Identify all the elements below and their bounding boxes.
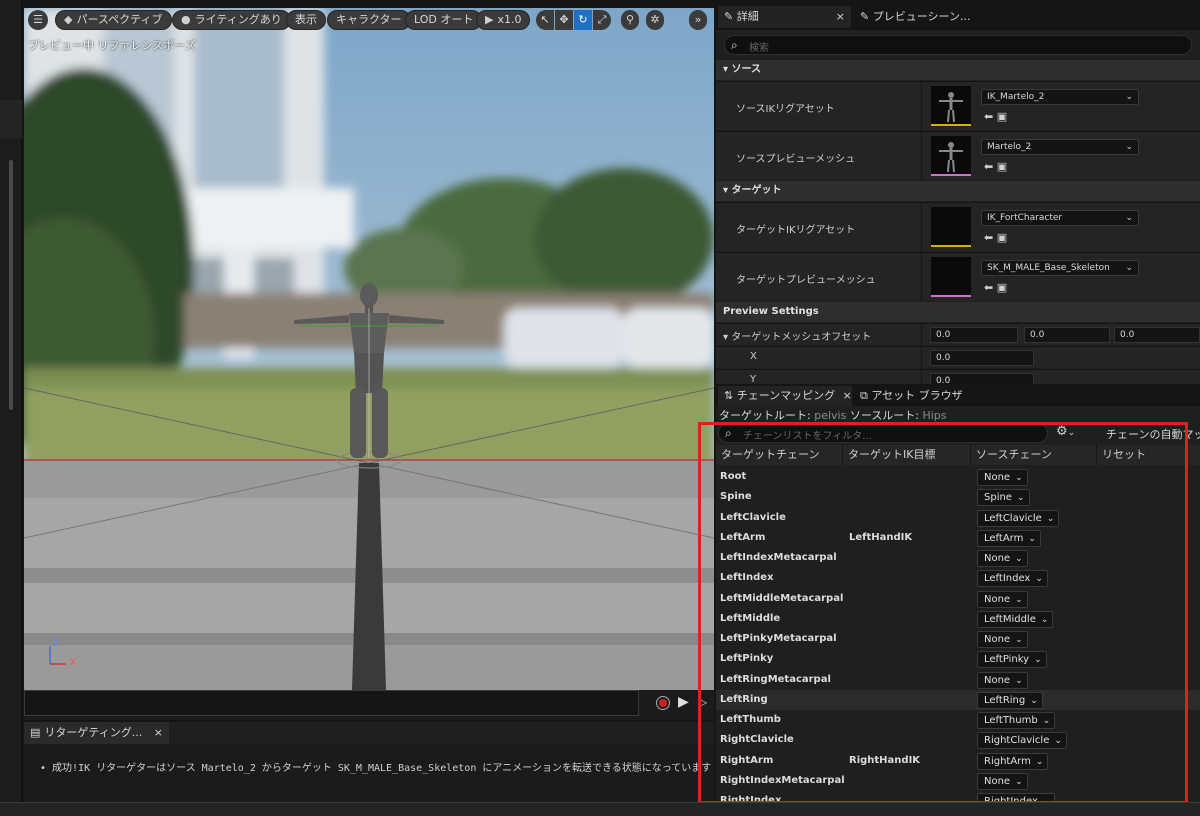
source-mesh-thumbnail[interactable] xyxy=(931,136,971,176)
tab-retargeting-output[interactable]: ▤ リターゲティング... × xyxy=(24,722,169,744)
record-button[interactable] xyxy=(656,696,670,710)
root-info: ターゲットルート: pelvis ソースルート: Hips xyxy=(719,409,947,422)
close-icon[interactable]: × xyxy=(843,389,852,402)
preview-mode-label: プレビュー中 リファレンスポーズ xyxy=(28,39,196,52)
offset-x-row: X 0.0 xyxy=(716,346,1200,368)
rotate-tool-button[interactable]: ↻ xyxy=(574,10,592,30)
target-mesh-dropdown[interactable]: SK_M_MALE_Base_Skeleton ⌄ xyxy=(981,260,1139,276)
expand-toolbar-button[interactable]: » xyxy=(689,10,707,30)
play-button[interactable]: ▶ xyxy=(678,694,689,710)
translate-tool-button[interactable]: ✥ xyxy=(555,10,573,30)
tab-details[interactable]: ✎ 詳細 × xyxy=(718,6,851,28)
cube-icon: ◆ xyxy=(64,13,73,26)
target-ik-rig-row: ターゲットIKリグアセット IK_FortCharacter ⌄ ⬅ ▣ xyxy=(716,202,1200,251)
offset-y-value-field[interactable]: 0.0 xyxy=(930,373,1034,384)
output-message: • 成功!IK リターゲターはソース Martelo_2 からターゲット SK_… xyxy=(40,763,712,774)
lighting-button[interactable]: ● ライティングあり xyxy=(172,10,291,30)
asset-action-icons[interactable]: ⬅ ▣ xyxy=(984,231,1007,244)
details-search-field[interactable]: ⌕ 検索 xyxy=(724,35,1192,55)
offset-y-field[interactable]: 0.0 xyxy=(1024,327,1110,343)
axis-x-label: X xyxy=(70,658,77,668)
settings-icon: ✲ xyxy=(650,13,660,26)
collapsed-panel-tab[interactable] xyxy=(0,100,22,138)
record-icon xyxy=(659,699,667,707)
character-button[interactable]: キャラクター xyxy=(327,10,411,30)
axis-z-label: Z xyxy=(52,639,59,649)
asset-action-icons[interactable]: ⬅ ▣ xyxy=(984,110,1007,123)
pencil-icon: ✎ xyxy=(860,10,870,23)
viewport-settings-button[interactable]: ✲ xyxy=(646,10,664,30)
lighting-icon: ● xyxy=(181,13,191,26)
highlight-box xyxy=(698,422,1188,804)
scale-icon: ⤢ xyxy=(597,13,607,26)
target-mesh-row: ターゲットプレビューメッシュ SK_M_MALE_Base_Skeleton ⌄ … xyxy=(716,252,1200,301)
output-log: • 成功!IK リターゲターはソース Martelo_2 からターゲット SK_… xyxy=(24,744,714,802)
viewport-menu-button[interactable]: ☰ xyxy=(28,10,48,30)
timeline-scrubber[interactable] xyxy=(24,690,639,716)
chevron-down-icon: ⌄ xyxy=(1125,142,1133,152)
source-mesh-row: ソースプレビューメッシュ Martelo_2 ⌄ ⬅ ▣ xyxy=(716,131,1200,180)
play-icon: ▶ xyxy=(485,13,494,26)
chevron-down-icon: ⌄ xyxy=(1125,92,1133,102)
source-mesh-dropdown[interactable]: Martelo_2 ⌄ xyxy=(981,139,1139,155)
offset-x-value-field[interactable]: 0.0 xyxy=(930,350,1034,366)
status-bar xyxy=(0,802,1200,816)
close-icon[interactable]: × xyxy=(154,726,163,739)
search-placeholder: 検索 xyxy=(749,43,769,54)
browser-icon: ⧉ xyxy=(860,389,868,402)
pencil-icon: ✎ xyxy=(724,10,734,23)
select-tool-button[interactable]: ↖ xyxy=(536,10,554,30)
target-mesh-offset-row: ▾ ターゲットメッシュオフセット 0.0 0.0 0.0 xyxy=(716,323,1200,345)
play-icon: ▶ xyxy=(678,694,689,710)
axis-gizmo xyxy=(49,646,66,665)
tab-preview-scene[interactable]: ✎ プレビューシーン... xyxy=(854,6,994,28)
chevron-down-icon: ⌄ xyxy=(1125,263,1133,273)
play-speed-button[interactable]: ▶ x1.0 xyxy=(476,10,531,30)
hamburger-icon: ☰ xyxy=(33,13,43,26)
target-mesh-thumbnail[interactable] xyxy=(931,257,971,297)
section-target[interactable]: ▾ ターゲット xyxy=(716,181,1200,201)
chain-icon: ⇅ xyxy=(724,389,734,402)
offset-x-field[interactable]: 0.0 xyxy=(930,327,1018,343)
tab-chain-mapping[interactable]: ⇅ チェーンマッピング × xyxy=(718,386,852,406)
offset-y-row: Y 0.0 xyxy=(716,369,1200,384)
asset-action-icons[interactable]: ⬅ ▣ xyxy=(984,281,1007,294)
details-panel: ✎ 詳細 × ✎ プレビューシーン... ⌕ 検索 ▾ ソース ソースIKリグア… xyxy=(716,4,1200,384)
lod-button[interactable]: LOD オート xyxy=(405,10,483,30)
source-ik-rig-thumbnail[interactable] xyxy=(931,86,971,126)
target-ik-rig-thumbnail[interactable] xyxy=(931,207,971,247)
chevron-down-icon: ⌄ xyxy=(1125,213,1133,223)
source-ik-rig-dropdown[interactable]: IK_Martelo_2 ⌄ xyxy=(981,89,1139,105)
close-icon[interactable]: × xyxy=(836,6,845,28)
rotate-icon: ↻ xyxy=(578,13,588,26)
viewport-scene xyxy=(24,8,714,690)
output-tab-bar: ▤ リターゲティング... × xyxy=(24,722,714,744)
left-scrollbar[interactable] xyxy=(9,160,13,410)
details-tab-bar: ✎ 詳細 × ✎ プレビューシーン... xyxy=(716,4,1200,30)
select-icon: ↖ xyxy=(540,13,550,26)
section-preview-settings[interactable]: Preview Settings xyxy=(716,302,1200,322)
chain-tab-bar: ⇅ チェーンマッピング × ⧉ アセット ブラウザ xyxy=(716,386,1200,406)
target-ik-rig-dropdown[interactable]: IK_FortCharacter ⌄ xyxy=(981,210,1139,226)
tab-asset-browser[interactable]: ⧉ アセット ブラウザ xyxy=(854,386,969,406)
source-ik-rig-row: ソースIKリグアセット IK_Martelo_2 ⌄ ⬅ ▣ xyxy=(716,81,1200,130)
asset-action-icons[interactable]: ⬅ ▣ xyxy=(984,160,1007,173)
timeline-bar: ▶ ▷ xyxy=(24,690,714,720)
output-log-icon: ▤ xyxy=(30,726,41,739)
left-panel-strip xyxy=(0,0,22,816)
show-button[interactable]: 表示 xyxy=(286,10,326,30)
section-source[interactable]: ▾ ソース xyxy=(716,60,1200,80)
perspective-button[interactable]: ◆ パースペクティブ xyxy=(55,10,172,30)
offset-z-field[interactable]: 0.0 xyxy=(1114,327,1200,343)
preview-viewport[interactable]: ☰ ◆ パースペクティブ ● ライティングあり 表示 キャラクター LOD オート … xyxy=(24,8,714,690)
translate-icon: ✥ xyxy=(559,13,569,26)
camera-icon: ⚲ xyxy=(625,13,635,26)
search-icon: ⌕ xyxy=(731,38,738,52)
camera-button[interactable]: ⚲ xyxy=(621,10,639,30)
